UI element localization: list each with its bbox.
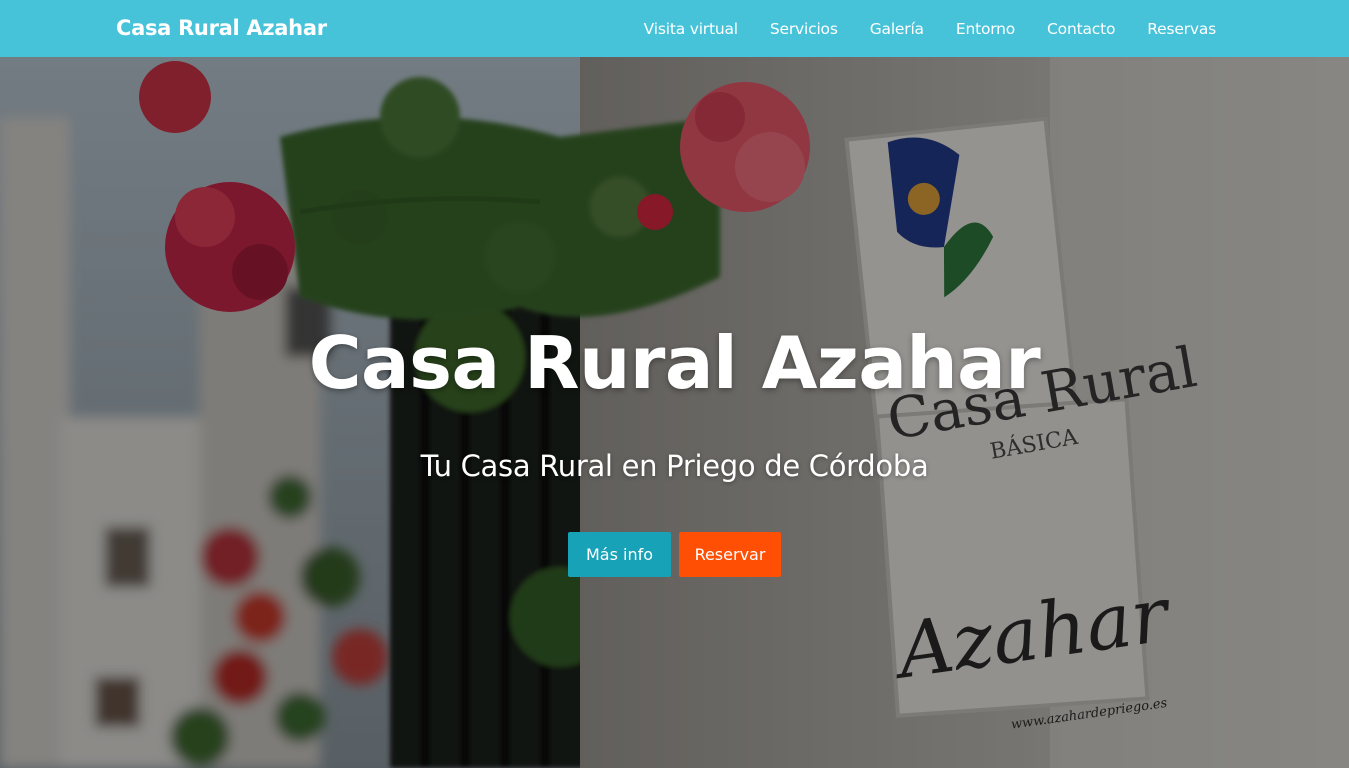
reserve-button[interactable]: Reservar xyxy=(679,532,781,577)
nav-link-entorno[interactable]: Entorno xyxy=(956,20,1015,38)
brand-logo-link[interactable]: Casa Rural Azahar xyxy=(116,0,327,57)
hero-content: Casa Rural Azahar Tu Casa Rural en Prieg… xyxy=(0,57,1349,768)
nav-links: Visita virtual Servicios Galería Entorno… xyxy=(612,0,1217,57)
more-info-button[interactable]: Más info xyxy=(568,532,671,577)
nav-link-contacto[interactable]: Contacto xyxy=(1047,20,1115,38)
hero-section: Casa Rural BÁSICA Azahar www.azahardepri… xyxy=(0,57,1349,768)
nav-link-servicios[interactable]: Servicios xyxy=(770,20,838,38)
nav-link-visita-virtual[interactable]: Visita virtual xyxy=(644,20,738,38)
hero-subtitle: Tu Casa Rural en Priego de Córdoba xyxy=(420,449,929,483)
navbar: Casa Rural Azahar Visita virtual Servici… xyxy=(0,0,1349,57)
hero-title: Casa Rural Azahar xyxy=(308,321,1041,405)
nav-link-galeria[interactable]: Galería xyxy=(870,20,924,38)
nav-link-reservas[interactable]: Reservas xyxy=(1147,20,1216,38)
